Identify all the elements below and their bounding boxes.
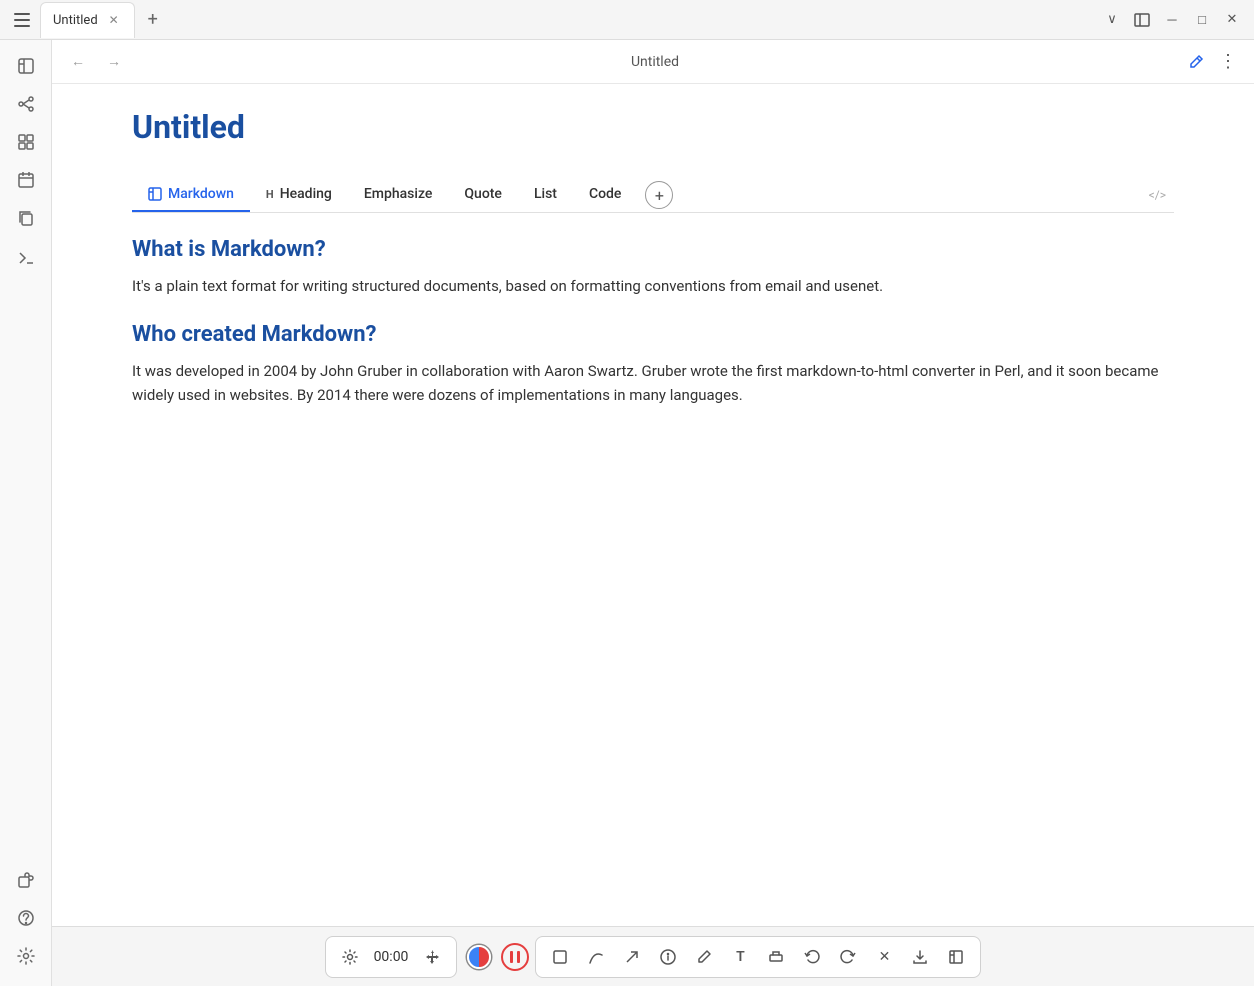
code-toggle-button[interactable]: </> (1149, 188, 1174, 202)
record-button[interactable] (463, 941, 495, 973)
add-tab-button[interactable]: + (645, 181, 673, 209)
sidebar-item-plugin[interactable] (8, 862, 44, 898)
title-bar: Untitled ✕ + ∨ ─ □ ✕ (0, 0, 1254, 40)
pen-tool-button[interactable] (688, 941, 720, 973)
bottom-toolbar: 00:00 (52, 926, 1254, 986)
curve-tool-button[interactable] (580, 941, 612, 973)
nav-bar: ← → Untitled ⋮ (52, 40, 1254, 84)
tab-heading[interactable]: H Heading (250, 178, 348, 212)
sidebar-item-settings[interactable] (8, 938, 44, 974)
sidebar-item-pages[interactable] (8, 48, 44, 84)
tab-title: Untitled (53, 13, 98, 28)
sidebar-item-blocks[interactable] (8, 124, 44, 160)
close-tool-button[interactable]: ✕ (868, 941, 900, 973)
sidebar-toggle-button[interactable] (8, 6, 36, 34)
redo-tool-button[interactable] (832, 941, 864, 973)
tab-close-button[interactable]: ✕ (106, 12, 122, 28)
tab-markdown-label: Markdown (168, 186, 234, 202)
nav-actions: ⋮ (1182, 48, 1242, 76)
section-2: Who created Markdown? It was developed i… (132, 322, 1174, 407)
forward-button[interactable]: → (100, 48, 128, 76)
tab-quote[interactable]: Quote (448, 178, 518, 212)
tab-emphasize[interactable]: Emphasize (348, 178, 449, 212)
undo-tool-button[interactable] (796, 941, 828, 973)
active-tab[interactable]: Untitled ✕ (40, 2, 135, 38)
sidebar (0, 40, 52, 986)
move-tool-button[interactable] (416, 941, 448, 973)
edit-button[interactable] (1182, 48, 1210, 76)
sidebar-item-calendar[interactable] (8, 162, 44, 198)
section-1-heading: What is Markdown? (132, 237, 1174, 262)
back-button[interactable]: ← (64, 48, 92, 76)
tab-emphasize-label: Emphasize (364, 186, 433, 202)
more-button[interactable]: ⋮ (1214, 48, 1242, 76)
sidebar-item-copy[interactable] (8, 200, 44, 236)
sidebar-item-terminal[interactable] (8, 238, 44, 274)
nav-title: Untitled (136, 54, 1174, 70)
tab-list-label: List (534, 186, 557, 202)
new-tab-button[interactable]: + (139, 6, 167, 34)
info-tool-button[interactable] (652, 941, 684, 973)
section-2-heading: Who created Markdown? (132, 322, 1174, 347)
tab-code-label: Code (589, 186, 621, 202)
tab-list[interactable]: List (518, 178, 573, 212)
download-tool-button[interactable] (904, 941, 936, 973)
arrow-tool-button[interactable] (616, 941, 648, 973)
toolbar-right-group: T (535, 936, 981, 978)
settings-tool-button[interactable] (334, 941, 366, 973)
window-controls: ∨ ─ □ ✕ (1098, 6, 1246, 34)
section-1: What is Markdown? It's a plain text form… (132, 237, 1174, 298)
section-2-body: It was developed in 2004 by John Gruber … (132, 359, 1174, 407)
tab-code[interactable]: Code (573, 178, 637, 212)
expand-tool-button[interactable] (940, 941, 972, 973)
tab-quote-label: Quote (464, 186, 502, 202)
sidebar-item-connections[interactable] (8, 86, 44, 122)
content-area: ← → Untitled ⋮ Untitled (52, 40, 1254, 986)
tabs-bar: Markdown H Heading Emphasize Quote List … (132, 178, 1174, 213)
minimize-button[interactable]: ─ (1158, 6, 1186, 34)
tab-markdown[interactable]: Markdown (132, 178, 250, 212)
text-tool-button[interactable]: T (724, 941, 756, 973)
pause-button[interactable] (501, 943, 529, 971)
layout-button[interactable] (1128, 6, 1156, 34)
sidebar-item-help[interactable] (8, 900, 44, 936)
toolbar-left-group: 00:00 (325, 936, 458, 978)
doc-area: Untitled Markdown H Heading Emphasize (52, 84, 1254, 926)
section-1-body: It's a plain text format for writing str… (132, 274, 1174, 298)
document-title: Untitled (132, 108, 1174, 146)
timer-display: 00:00 (370, 949, 413, 965)
maximize-button[interactable]: □ (1188, 6, 1216, 34)
chevron-down-button[interactable]: ∨ (1098, 6, 1126, 34)
close-window-button[interactable]: ✕ (1218, 6, 1246, 34)
main-layout: ← → Untitled ⋮ Untitled (0, 40, 1254, 986)
select-tool-button[interactable] (544, 941, 576, 973)
tab-heading-label: Heading (280, 186, 332, 202)
highlight-tool-button[interactable] (760, 941, 792, 973)
